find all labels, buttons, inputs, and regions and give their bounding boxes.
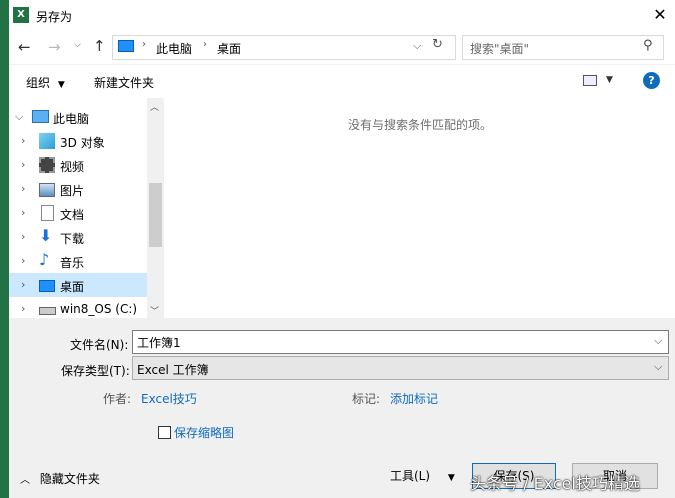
- view-dropdown-triangle-icon[interactable]: ▼: [606, 75, 613, 85]
- filetype-dropdown-chevron-icon[interactable]: ⌵: [654, 360, 662, 374]
- tags-label: 标记:: [352, 392, 381, 406]
- collapsed-chevron-icon[interactable]: ›: [21, 206, 25, 219]
- scroll-up-arrow-icon[interactable]: ︿: [150, 100, 159, 113]
- up-arrow-icon[interactable]: ↑: [93, 37, 106, 55]
- close-icon[interactable]: ✕: [650, 5, 670, 24]
- title-bar: [0, 0, 675, 31]
- filetype-value[interactable]: Excel 工作簿: [137, 361, 209, 378]
- recent-locations-chevron-icon[interactable]: ⌵: [74, 40, 81, 50]
- expanded-chevron-icon[interactable]: ⌵: [15, 110, 23, 124]
- scrollbar-thumb[interactable]: [149, 183, 162, 247]
- tree-label-downloads: 下载: [60, 232, 85, 246]
- scroll-down-arrow-icon[interactable]: ﹀: [150, 304, 159, 317]
- collapsed-chevron-icon[interactable]: ›: [21, 134, 25, 147]
- collapsed-chevron-icon[interactable]: ›: [21, 278, 25, 291]
- video-icon: [39, 157, 55, 173]
- organize-label: 组织: [26, 76, 51, 90]
- tree-item-drive-c[interactable]: › win8_OS (C:): [9, 297, 147, 321]
- filename-input[interactable]: 工作簿1: [137, 334, 181, 351]
- tree-label-desktop: 桌面: [60, 280, 85, 294]
- filetype-select[interactable]: [132, 356, 669, 380]
- pc-icon: [118, 40, 134, 52]
- organize-button[interactable]: 组织 ▼: [26, 74, 65, 91]
- tools-label: 工具(L): [390, 469, 431, 483]
- tree-item-desktop[interactable]: › 桌面: [9, 273, 147, 297]
- excel-app-icon: X: [13, 7, 29, 23]
- tree-label-documents: 文档: [60, 208, 85, 222]
- author-value[interactable]: Excel技巧: [141, 390, 197, 407]
- breadcrumb-desktop[interactable]: 桌面: [217, 40, 241, 57]
- hide-folders-button[interactable]: ︿ 隐藏文件夹: [20, 470, 100, 487]
- forward-arrow-icon[interactable]: →: [48, 38, 61, 56]
- tree-item-pictures[interactable]: › 图片: [9, 177, 147, 201]
- collapsed-chevron-icon[interactable]: ›: [21, 254, 25, 267]
- watermark: 头条号 / Excel技巧精选: [470, 474, 640, 493]
- filename-field[interactable]: [132, 330, 669, 354]
- tree-label-music: 音乐: [60, 256, 85, 270]
- author-label: 作者:: [103, 392, 132, 406]
- hide-folders-label: 隐藏文件夹: [39, 472, 100, 486]
- breadcrumb-separator-icon: ›: [142, 39, 146, 50]
- filetype-label: 保存类型(T):: [61, 364, 130, 378]
- tree-item-music[interactable]: › ♪ 音乐: [9, 249, 147, 273]
- tree-label-this-pc: 此电脑: [53, 112, 90, 126]
- new-folder-button[interactable]: 新建文件夹: [94, 74, 154, 91]
- search-input[interactable]: 搜索"桌面": [470, 40, 529, 57]
- save-thumbnail-checkbox[interactable]: [158, 426, 171, 439]
- collapsed-chevron-icon[interactable]: ›: [21, 230, 25, 243]
- tools-dropdown-triangle-icon: ▼: [447, 473, 455, 483]
- collapsed-chevron-icon[interactable]: ›: [21, 182, 25, 195]
- tree-label-3d-objects: 3D 对象: [60, 136, 105, 150]
- window-title: 另存为: [36, 10, 73, 24]
- back-arrow-icon[interactable]: ←: [18, 38, 31, 56]
- tree-label-pictures: 图片: [60, 184, 85, 198]
- breadcrumb-separator-icon: ›: [203, 39, 207, 50]
- tree-item-3d-objects[interactable]: › 3D 对象: [9, 129, 147, 153]
- empty-message: 没有与搜索条件匹配的项。: [348, 118, 493, 132]
- tree-label-video: 视频: [60, 160, 85, 174]
- music-icon: ♪: [39, 250, 50, 269]
- save-thumbnail-label[interactable]: 保存缩略图: [174, 424, 234, 441]
- 3d-objects-icon: [39, 133, 55, 149]
- desktop-icon: [39, 280, 55, 292]
- documents-icon: [41, 205, 54, 221]
- tree-item-this-pc[interactable]: ⌵ 此电脑: [9, 105, 147, 129]
- breadcrumb-this-pc[interactable]: 此电脑: [156, 40, 192, 57]
- filename-label: 文件名(N):: [70, 338, 129, 352]
- dropdown-triangle-icon: ▼: [57, 80, 65, 90]
- pictures-icon: [39, 183, 55, 197]
- downloads-icon: ⬇: [39, 226, 53, 245]
- tree-item-documents[interactable]: › 文档: [9, 201, 147, 225]
- drive-icon: [39, 307, 56, 315]
- view-options-icon[interactable]: [583, 75, 597, 86]
- tree-item-video[interactable]: › 视频: [9, 153, 147, 177]
- computer-icon: [32, 110, 49, 123]
- tree-label-drive-c: win8_OS (C:): [60, 302, 138, 316]
- navigation-pane: ⌵ 此电脑 › 3D 对象 › 视频 › 图片 › 文档 › ⬇ 下载 › ♪ …: [9, 98, 163, 318]
- excel-background-strip: [0, 0, 9, 498]
- chevron-up-icon: ︿: [20, 475, 30, 486]
- collapsed-chevron-icon[interactable]: ›: [21, 158, 25, 171]
- collapsed-chevron-icon[interactable]: ›: [21, 302, 25, 315]
- search-icon[interactable]: ⚲: [643, 38, 653, 53]
- address-dropdown-chevron-icon[interactable]: ⌵: [413, 39, 421, 53]
- help-icon[interactable]: ?: [643, 72, 660, 89]
- tools-button[interactable]: 工具(L) ▼: [390, 467, 455, 484]
- add-tags-link[interactable]: 添加标记: [390, 390, 438, 407]
- refresh-icon[interactable]: ↻: [432, 37, 443, 52]
- tree-item-downloads[interactable]: › ⬇ 下载: [9, 225, 147, 249]
- filename-dropdown-chevron-icon[interactable]: ⌵: [654, 334, 662, 348]
